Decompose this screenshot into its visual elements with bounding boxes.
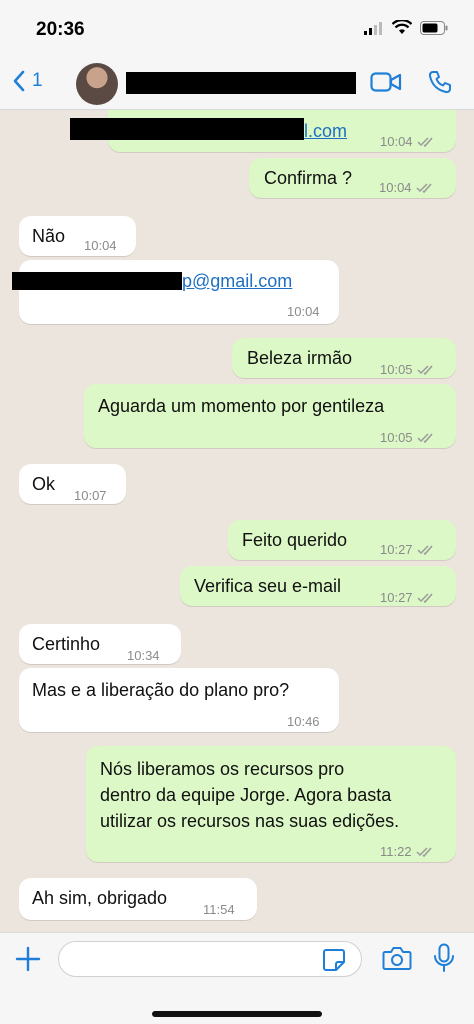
message-text[interactable]: p@gmail.com [182,269,292,293]
double-check-icon [416,183,432,194]
double-check-icon [417,433,433,444]
message-text: Confirma ? [264,168,353,188]
message-text: Ah sim, obrigado [32,888,168,908]
message-line: dentro da equipe Jorge. Agora basta [100,785,392,805]
camera-icon[interactable] [382,945,412,971]
message-time: 10:04 [84,238,117,253]
avatar[interactable] [76,63,118,105]
message-text: Não [32,226,66,246]
home-indicator [152,1011,322,1017]
message-text: Ok [32,474,56,494]
wifi-icon [392,20,412,34]
message-outgoing[interactable]: Confirma ? 10:04 [249,158,456,198]
message-meta: 10:05 [380,426,435,450]
video-call-icon[interactable] [370,71,402,93]
battery-icon [420,20,448,35]
message-meta: 10:04 [379,176,434,200]
double-check-icon [417,365,433,376]
message-time: 10:04 [380,134,413,149]
message-text: Verifica seu e-mail [194,576,342,596]
message-outgoing[interactable]: Aguarda um momento por gentileza 10:05 [84,384,456,448]
message-incoming[interactable]: Não 10:04 [19,216,136,256]
message-outgoing[interactable]: Feito querido 10:27 [228,520,456,560]
message-time: 10:05 [380,430,413,445]
call-actions [370,70,452,94]
message-outgoing[interactable]: Beleza irmão 10:05 [232,338,456,378]
message-meta: 10:46 [287,710,320,734]
message-incoming[interactable]: Mas e a liberação do plano pro? 10:46 [19,668,339,732]
message-meta: 11:54 [203,898,235,922]
message-time: 10:04 [287,304,320,319]
message-text: Nós liberamos os recursos pro dentro da … [100,756,399,834]
sticker-icon[interactable] [322,948,346,972]
message-text: Mas e a liberação do plano pro? [32,680,290,700]
status-bar: 20:36 [0,0,474,58]
double-check-icon [417,137,433,148]
message-outgoing[interactable]: Nós liberamos os recursos pro dentro da … [86,746,456,862]
message-time: 10:46 [287,714,320,729]
message-meta: 10:04 [84,234,117,258]
message-outgoing[interactable]: l.com 10:04 [70,110,456,154]
double-check-icon [416,847,432,858]
message-time: 10:34 [127,648,160,663]
message-time: 10:04 [379,180,412,195]
message-meta: 10:27 [380,538,435,562]
message-incoming[interactable]: Certinho 10:34 [19,624,181,664]
message-meta: 10:05 [380,358,435,382]
redacted-email [12,272,182,290]
message-text[interactable]: l.com [304,119,347,143]
double-check-icon [417,593,433,604]
message-meta: 11:22 [380,840,434,864]
redacted-email [70,118,304,140]
status-icons [364,20,448,35]
back-button[interactable]: 1 [12,70,43,92]
message-text: Certinho [32,634,101,654]
message-time: 10:27 [380,542,413,557]
message-meta: 10:34 [127,644,160,668]
message-text: Aguarda um momento por gentileza [98,396,385,416]
double-check-icon [417,545,433,556]
chat-header: 1 [0,58,474,110]
message-meta: 10:04 [380,130,435,154]
chat-area[interactable]: l.com 10:04 Confirma ? 10:04 Não 10:04 p… [0,110,474,932]
signal-icon [364,21,382,35]
message-incoming[interactable]: p@gmail.com 10:04 [12,260,339,324]
unread-count: 1 [32,70,43,91]
contact-name[interactable] [126,72,356,94]
message-time: 10:05 [380,362,413,377]
phone-icon[interactable] [428,70,452,94]
message-outgoing[interactable]: Verifica seu e-mail 10:27 [180,566,456,606]
message-incoming[interactable]: Ah sim, obrigado 11:54 [19,878,257,920]
message-text: Beleza irmão [247,348,353,368]
mic-icon[interactable] [433,943,455,973]
message-time: 11:54 [203,902,235,917]
message-time: 10:27 [380,590,413,605]
message-time: 10:07 [74,488,107,503]
plus-icon[interactable] [14,945,42,973]
message-line: utilizar os recursos nas suas edições. [100,811,400,831]
message-time: 11:22 [380,844,412,859]
message-meta: 10:04 [287,300,320,324]
message-text: Feito querido [242,530,348,550]
message-meta: 10:27 [380,586,435,610]
message-incoming[interactable]: Ok 10:07 [19,464,126,504]
message-composer [0,932,474,1024]
back-chevron-icon [13,70,25,92]
message-meta: 10:07 [74,484,107,508]
status-time: 20:36 [36,19,85,40]
message-input[interactable] [58,941,362,977]
message-line: Nós liberamos os recursos pro [100,759,345,779]
